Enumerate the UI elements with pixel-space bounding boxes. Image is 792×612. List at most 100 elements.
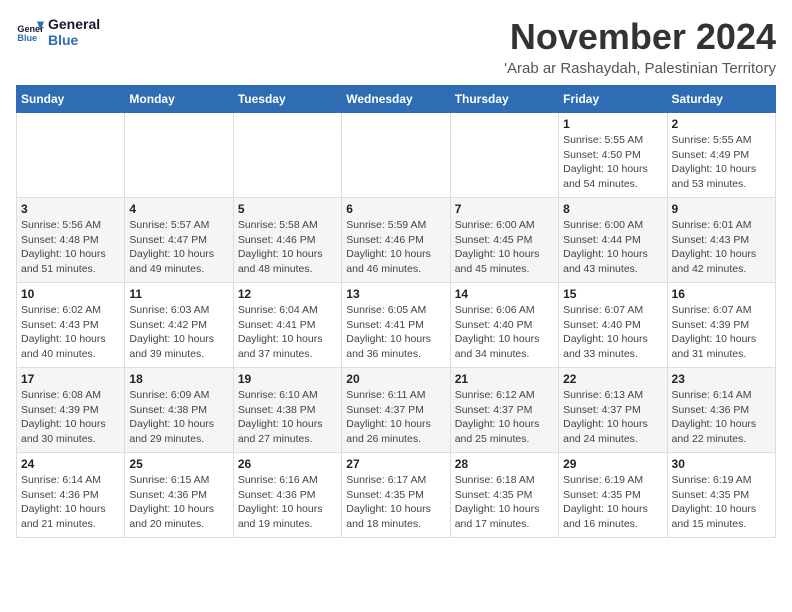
calendar-cell: 1Sunrise: 5:55 AM Sunset: 4:50 PM Daylig… (559, 113, 667, 198)
weekday-sunday: Sunday (17, 86, 125, 113)
day-number: 25 (129, 457, 228, 471)
weekday-header-row: SundayMondayTuesdayWednesdayThursdayFrid… (17, 86, 776, 113)
calendar-cell: 11Sunrise: 6:03 AM Sunset: 4:42 PM Dayli… (125, 283, 233, 368)
day-info: Sunrise: 6:00 AM Sunset: 4:44 PM Dayligh… (563, 218, 662, 277)
calendar-cell: 14 Sunrise: 6:06 AM Sunset: 4:40 PM Dayli… (450, 283, 558, 368)
day-number: 3 (21, 202, 120, 216)
calendar-cell: 24Sunrise: 6:14 AM Sunset: 4:36 PM Dayli… (17, 453, 125, 538)
day-number: 19 (238, 372, 337, 386)
day-info: Sunrise: 6:07 AM Sunset: 4:40 PM Dayligh… (563, 303, 662, 362)
day-number: 13 (346, 287, 445, 301)
calendar-cell: 7 Sunrise: 6:00 AM Sunset: 4:45 PM Daylig… (450, 198, 558, 283)
day-info: Sunrise: 6:04 AM Sunset: 4:41 PM Dayligh… (238, 303, 337, 362)
day-info: Sunrise: 6:02 AM Sunset: 4:43 PM Dayligh… (21, 303, 120, 362)
day-number: 2 (672, 117, 771, 131)
weekday-thursday: Thursday (450, 86, 558, 113)
day-number: 26 (238, 457, 337, 471)
weekday-saturday: Saturday (667, 86, 775, 113)
day-info: Sunrise: 5:55 AM Sunset: 4:50 PM Dayligh… (563, 133, 662, 192)
calendar-cell: 12 Sunrise: 6:04 AM Sunset: 4:41 PM Dayli… (233, 283, 341, 368)
logo-line1: General (48, 16, 100, 32)
day-number: 8 (563, 202, 662, 216)
page-header: General Blue General Blue November 2024 … (16, 16, 776, 77)
day-number: 20 (346, 372, 445, 386)
day-info: Sunrise: 6:08 AM Sunset: 4:39 PM Dayligh… (21, 388, 120, 447)
calendar-cell: 20 Sunrise: 6:11 AM Sunset: 4:37 PM Dayli… (342, 368, 450, 453)
day-number: 7 (455, 202, 554, 216)
day-info: Sunrise: 6:01 AM Sunset: 4:43 PM Dayligh… (672, 218, 771, 277)
day-info: Sunrise: 6:19 AM Sunset: 4:35 PM Dayligh… (563, 473, 662, 532)
day-info: Sunrise: 6:14 AM Sunset: 4:36 PM Dayligh… (672, 388, 771, 447)
calendar-cell: 22 Sunrise: 6:13 AM Sunset: 4:37 PM Dayli… (559, 368, 667, 453)
day-number: 24 (21, 457, 120, 471)
day-info: Sunrise: 5:56 AM Sunset: 4:48 PM Dayligh… (21, 218, 120, 277)
calendar-cell: 8 Sunrise: 6:00 AM Sunset: 4:44 PM Daylig… (559, 198, 667, 283)
calendar-cell: 2Sunrise: 5:55 AM Sunset: 4:49 PM Daylig… (667, 113, 775, 198)
svg-text:Blue: Blue (17, 33, 37, 43)
day-info: Sunrise: 6:00 AM Sunset: 4:45 PM Dayligh… (455, 218, 554, 277)
day-info: Sunrise: 6:05 AM Sunset: 4:41 PM Dayligh… (346, 303, 445, 362)
day-number: 4 (129, 202, 228, 216)
calendar-table: SundayMondayTuesdayWednesdayThursdayFrid… (16, 85, 776, 538)
calendar-cell: 25Sunrise: 6:15 AM Sunset: 4:36 PM Dayli… (125, 453, 233, 538)
calendar-cell (342, 113, 450, 198)
calendar-cell: 3 Sunrise: 5:56 AM Sunset: 4:48 PM Daylig… (17, 198, 125, 283)
calendar-cell: 27 Sunrise: 6:17 AM Sunset: 4:35 PM Dayli… (342, 453, 450, 538)
day-info: Sunrise: 5:58 AM Sunset: 4:46 PM Dayligh… (238, 218, 337, 277)
day-info: Sunrise: 6:07 AM Sunset: 4:39 PM Dayligh… (672, 303, 771, 362)
calendar-cell: 19Sunrise: 6:10 AM Sunset: 4:38 PM Dayli… (233, 368, 341, 453)
day-info: Sunrise: 6:03 AM Sunset: 4:42 PM Dayligh… (129, 303, 228, 362)
day-number: 16 (672, 287, 771, 301)
calendar-cell: 16 Sunrise: 6:07 AM Sunset: 4:39 PM Dayli… (667, 283, 775, 368)
day-number: 27 (346, 457, 445, 471)
week-row-1: 1Sunrise: 5:55 AM Sunset: 4:50 PM Daylig… (17, 113, 776, 198)
day-info: Sunrise: 6:11 AM Sunset: 4:37 PM Dayligh… (346, 388, 445, 447)
weekday-wednesday: Wednesday (342, 86, 450, 113)
calendar-cell: 6Sunrise: 5:59 AM Sunset: 4:46 PM Daylig… (342, 198, 450, 283)
day-number: 22 (563, 372, 662, 386)
day-number: 5 (238, 202, 337, 216)
logo-icon: General Blue (16, 18, 44, 46)
calendar-cell (450, 113, 558, 198)
day-number: 12 (238, 287, 337, 301)
week-row-4: 17 Sunrise: 6:08 AM Sunset: 4:39 PM Dayli… (17, 368, 776, 453)
calendar-cell: 18Sunrise: 6:09 AM Sunset: 4:38 PM Dayli… (125, 368, 233, 453)
day-number: 17 (21, 372, 120, 386)
calendar-cell: 17 Sunrise: 6:08 AM Sunset: 4:39 PM Dayli… (17, 368, 125, 453)
weekday-monday: Monday (125, 86, 233, 113)
day-info: Sunrise: 6:19 AM Sunset: 4:35 PM Dayligh… (672, 473, 771, 532)
day-number: 9 (672, 202, 771, 216)
day-number: 21 (455, 372, 554, 386)
calendar-cell (17, 113, 125, 198)
day-info: Sunrise: 6:06 AM Sunset: 4:40 PM Dayligh… (455, 303, 554, 362)
calendar-cell: 10 Sunrise: 6:02 AM Sunset: 4:43 PM Dayli… (17, 283, 125, 368)
location-title: 'Arab ar Rashaydah, Palestinian Territor… (504, 60, 776, 77)
week-row-3: 10 Sunrise: 6:02 AM Sunset: 4:43 PM Dayli… (17, 283, 776, 368)
logo: General Blue General Blue (16, 16, 100, 48)
day-number: 14 (455, 287, 554, 301)
calendar-cell (233, 113, 341, 198)
calendar-cell: 30Sunrise: 6:19 AM Sunset: 4:35 PM Dayli… (667, 453, 775, 538)
logo-line2: Blue (48, 32, 100, 48)
day-number: 10 (21, 287, 120, 301)
calendar-cell: 23Sunrise: 6:14 AM Sunset: 4:36 PM Dayli… (667, 368, 775, 453)
calendar-cell: 26 Sunrise: 6:16 AM Sunset: 4:36 PM Dayli… (233, 453, 341, 538)
day-info: Sunrise: 6:17 AM Sunset: 4:35 PM Dayligh… (346, 473, 445, 532)
day-info: Sunrise: 5:57 AM Sunset: 4:47 PM Dayligh… (129, 218, 228, 277)
calendar-body: 1Sunrise: 5:55 AM Sunset: 4:50 PM Daylig… (17, 113, 776, 538)
calendar-cell: 9 Sunrise: 6:01 AM Sunset: 4:43 PM Daylig… (667, 198, 775, 283)
calendar-cell: 13 Sunrise: 6:05 AM Sunset: 4:41 PM Dayli… (342, 283, 450, 368)
calendar-cell (125, 113, 233, 198)
calendar-cell: 21 Sunrise: 6:12 AM Sunset: 4:37 PM Dayli… (450, 368, 558, 453)
day-number: 6 (346, 202, 445, 216)
week-row-2: 3 Sunrise: 5:56 AM Sunset: 4:48 PM Daylig… (17, 198, 776, 283)
day-number: 15 (563, 287, 662, 301)
day-number: 29 (563, 457, 662, 471)
day-info: Sunrise: 6:12 AM Sunset: 4:37 PM Dayligh… (455, 388, 554, 447)
day-info: Sunrise: 6:13 AM Sunset: 4:37 PM Dayligh… (563, 388, 662, 447)
calendar-cell: 4 Sunrise: 5:57 AM Sunset: 4:47 PM Daylig… (125, 198, 233, 283)
day-info: Sunrise: 6:18 AM Sunset: 4:35 PM Dayligh… (455, 473, 554, 532)
day-info: Sunrise: 6:09 AM Sunset: 4:38 PM Dayligh… (129, 388, 228, 447)
day-info: Sunrise: 6:16 AM Sunset: 4:36 PM Dayligh… (238, 473, 337, 532)
calendar-cell: 15 Sunrise: 6:07 AM Sunset: 4:40 PM Dayli… (559, 283, 667, 368)
